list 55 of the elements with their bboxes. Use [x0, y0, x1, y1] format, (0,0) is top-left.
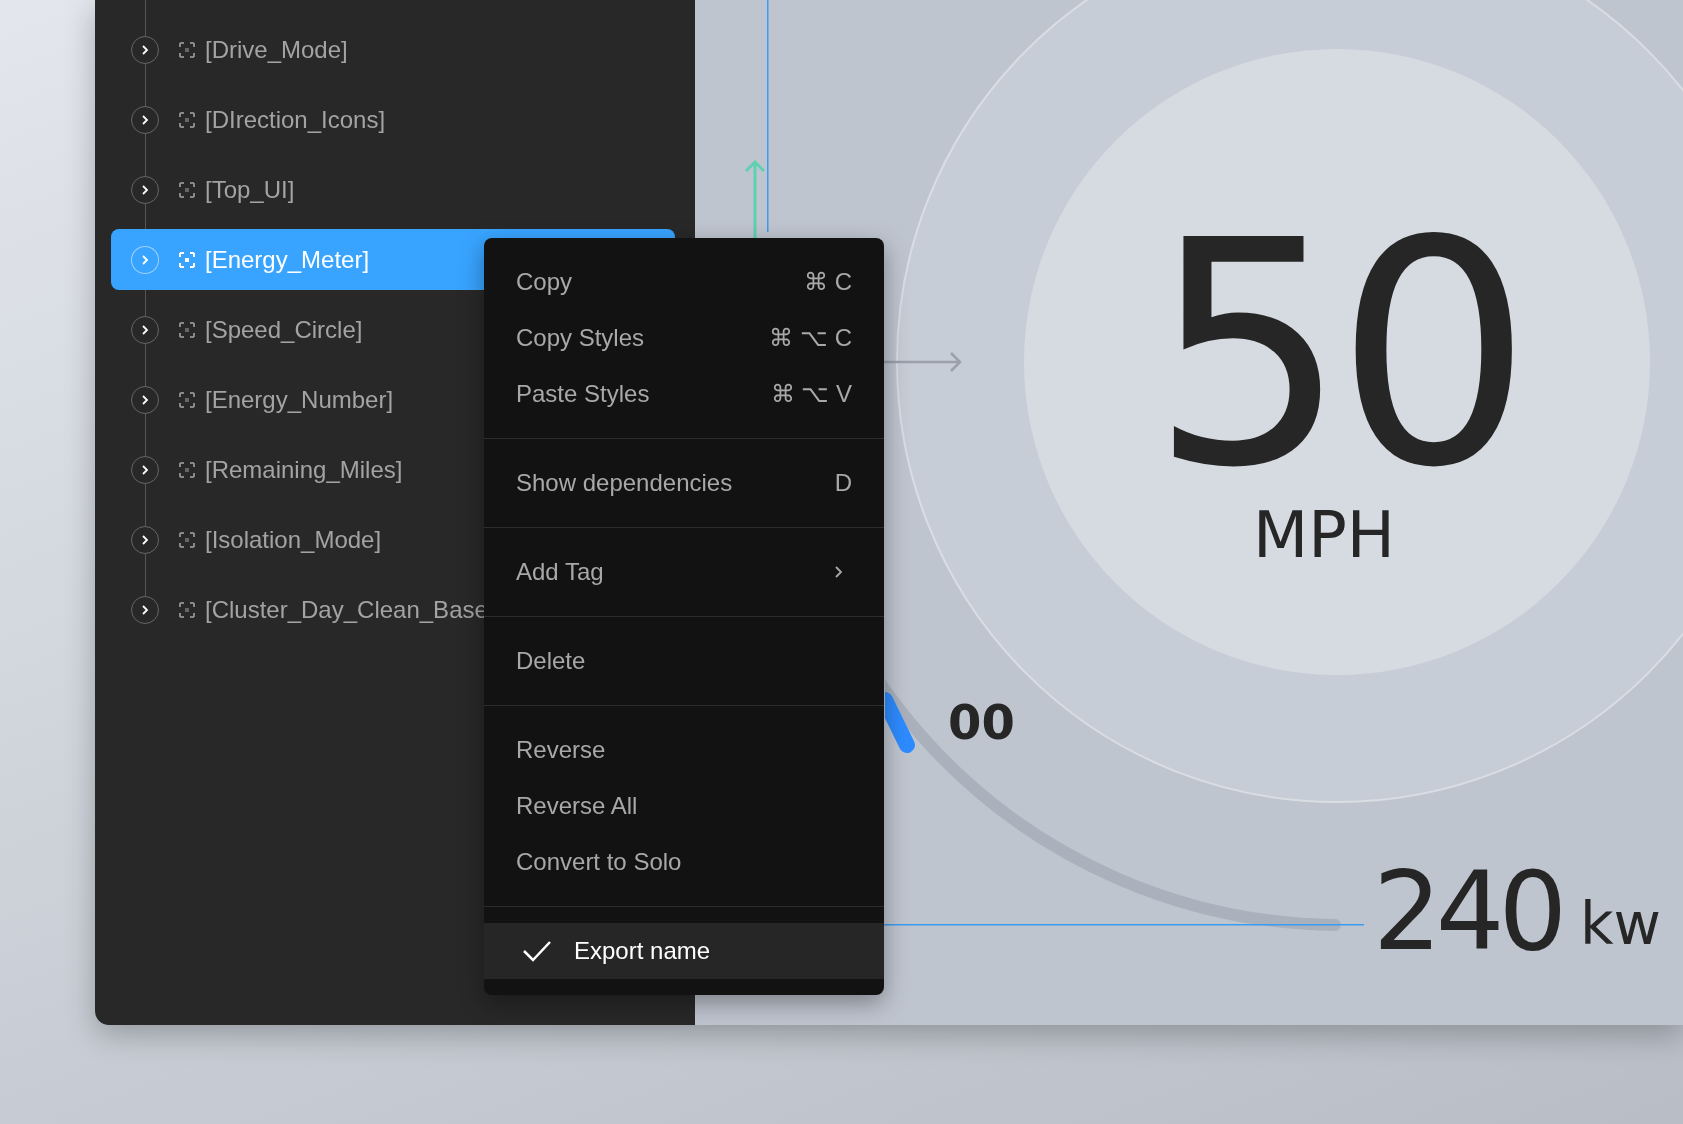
menu-item-label: Reverse All	[516, 792, 638, 820]
layer-name: [Top_UI]	[205, 175, 295, 204]
expand-toggle-icon[interactable]	[131, 595, 159, 624]
frame-icon	[179, 251, 195, 268]
menu-item-label: Copy Styles	[516, 324, 645, 352]
layer-row[interactable]: [Top_UI]	[111, 159, 675, 220]
keyboard-shortcut: D	[834, 469, 852, 497]
expand-toggle-icon[interactable]	[131, 105, 159, 134]
menu-item[interactable]: Copy Styles ⌘ ⌥ C	[484, 310, 884, 366]
chevron-right-icon	[834, 565, 844, 579]
frame-icon	[179, 41, 195, 58]
menu-item-label: Add Tag	[516, 558, 604, 586]
expand-toggle-icon[interactable]	[131, 455, 159, 484]
menu-item[interactable]: Paste Styles ⌘ ⌥ V	[484, 366, 884, 422]
keyboard-shortcut: ⌘ C	[804, 268, 852, 296]
menu-item[interactable]: Export name	[484, 923, 884, 979]
layer-name: [Energy_Meter]	[205, 245, 370, 274]
menu-item-label: Delete	[516, 647, 586, 675]
power-value: 240	[1373, 858, 1562, 966]
layer-row[interactable]: [DIrection_Icons]	[111, 89, 675, 150]
frame-icon	[179, 181, 195, 198]
frame-icon	[179, 531, 195, 548]
menu-item-label: Convert to Solo	[516, 848, 682, 876]
layer-name: [Speed_Circle]	[205, 315, 363, 344]
range-number: 00	[948, 698, 1015, 746]
expand-toggle-icon[interactable]	[131, 315, 159, 344]
keyboard-shortcut: ⌘ ⌥ C	[769, 324, 852, 352]
menu-item-label: Reverse	[516, 736, 606, 764]
power-unit: kw	[1580, 895, 1662, 953]
frame-icon	[179, 461, 195, 478]
frame-icon	[179, 321, 195, 338]
frame-icon	[179, 601, 195, 618]
right-arrow-icon	[884, 350, 964, 374]
layer-name: [Energy_Number]	[205, 385, 394, 414]
menu-item-label: Export name	[522, 937, 711, 965]
up-arrow-icon	[743, 158, 767, 238]
layer-name: [DIrection_Icons]	[205, 105, 386, 134]
expand-toggle-icon[interactable]	[131, 35, 159, 64]
expand-toggle-icon[interactable]	[131, 175, 159, 204]
expand-toggle-icon[interactable]	[131, 385, 159, 414]
menu-item-label: Show dependencies	[516, 469, 733, 497]
layer-name: [Isolation_Mode]	[205, 525, 382, 554]
menu-item[interactable]: Show dependencies D	[484, 455, 884, 511]
menu-item[interactable]: Reverse All	[484, 778, 884, 834]
frame-icon	[179, 391, 195, 408]
keyboard-shortcut: ⌘ ⌥ V	[770, 380, 852, 408]
menu-item[interactable]: Reverse	[484, 722, 884, 778]
expand-toggle-icon[interactable]	[131, 525, 159, 554]
layer-row[interactable]: [Drive_Mode]	[111, 19, 675, 80]
layer-name: [Remaining_Miles]	[205, 455, 403, 484]
frame-icon	[179, 111, 195, 128]
menu-item[interactable]: Convert to Solo	[484, 834, 884, 890]
menu-item-label: Paste Styles	[516, 380, 650, 408]
menu-item[interactable]: Delete	[484, 633, 884, 689]
layer-name: [Drive_Mode]	[205, 35, 348, 64]
